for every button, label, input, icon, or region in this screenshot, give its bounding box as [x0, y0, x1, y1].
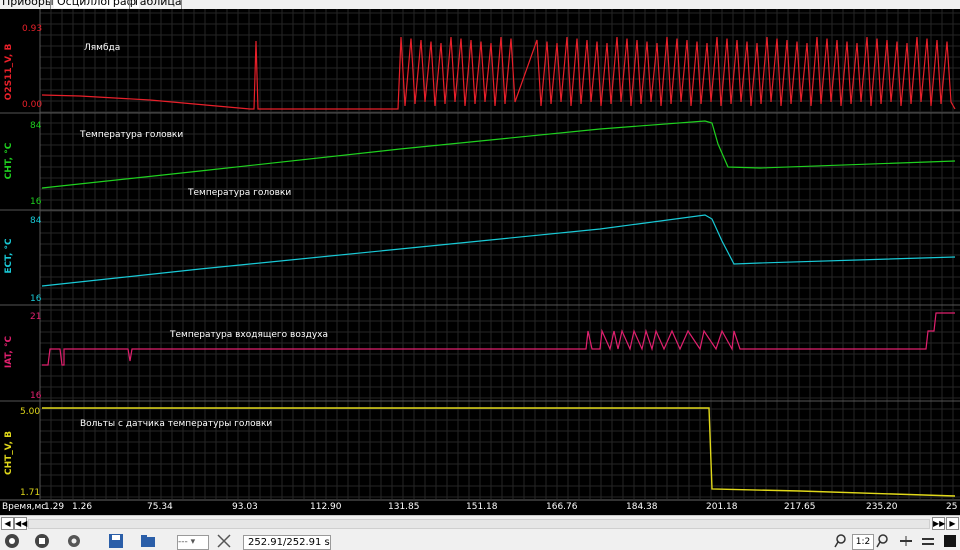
- scroll-right-button[interactable]: ▶▶: [932, 517, 945, 530]
- x-tick-label: 25: [946, 502, 957, 512]
- open-folder-icon[interactable]: [140, 533, 156, 549]
- x-tick-label: 112.90: [310, 502, 342, 512]
- x-tick-label: 1.29: [44, 502, 64, 512]
- channel-0-axis-label: O2S11_V, В: [4, 44, 14, 101]
- channel-4-label: Вольты с датчика температуры головки: [80, 419, 272, 429]
- zoom-out-icon[interactable]: [876, 533, 892, 549]
- channel-3-axis-label: IAT, °C: [4, 336, 14, 369]
- x-tick-label: 151.18: [466, 502, 498, 512]
- channel-0-min: 0.00: [22, 100, 42, 110]
- tab-table[interactable]: Таблица: [133, 0, 182, 8]
- x-tick-label: 201.18: [706, 502, 738, 512]
- channel-4-max: 5.00: [20, 407, 40, 417]
- channel-0-label: Лямбда: [84, 43, 120, 53]
- channel-combo[interactable]: --- ▾: [177, 535, 209, 550]
- tab-oscilloscope[interactable]: Осциллограф: [54, 0, 140, 8]
- channel-2-min: 16: [30, 294, 42, 304]
- scroll-start-button[interactable]: ◀: [1, 517, 14, 530]
- channel-combo-value: ---: [178, 537, 188, 547]
- channel-0-max: 0.93: [22, 24, 42, 34]
- x-tick-label: 184.38: [626, 502, 658, 512]
- zoom-level[interactable]: 1:2: [852, 534, 874, 550]
- tab-separator: [50, 0, 51, 9]
- tab-instruments[interactable]: Приборы: [2, 0, 54, 8]
- channel-1-max: 84: [30, 121, 42, 131]
- record-icon[interactable]: [4, 533, 20, 549]
- bottom-toolbar: --- ▾ 252.91/252.91 s 1:2: [0, 531, 960, 550]
- channel-1-min: 16: [30, 197, 42, 207]
- channel-1-axis-label: CHT, °C: [4, 142, 14, 179]
- save-icon[interactable]: [108, 533, 124, 549]
- fit-width-icon[interactable]: [898, 533, 914, 549]
- channel-4-min: 1.71: [20, 488, 40, 498]
- time-readout: 252.91/252.91 s: [243, 535, 331, 550]
- chevron-down-icon: ▾: [190, 537, 196, 547]
- x-tick-label: 166.76: [546, 502, 578, 512]
- channel-3-max: 21: [30, 312, 41, 322]
- scrollbar-track[interactable]: [28, 519, 930, 529]
- channel-2-max: 84: [30, 216, 42, 226]
- x-tick-label: 93.03: [232, 502, 258, 512]
- x-tick-label: 1.26: [72, 502, 92, 512]
- x-axis-label: Время,мс: [2, 502, 46, 512]
- stop-square-icon[interactable]: [942, 533, 958, 549]
- x-tick-label: 131.85: [388, 502, 420, 512]
- fit-height-icon[interactable]: [920, 533, 936, 549]
- horizontal-scrollbar[interactable]: ◀ ◀◀ ▶▶ ▶: [0, 515, 960, 531]
- scroll-left-button[interactable]: ◀◀: [14, 517, 27, 530]
- tab-bar: Приборы Осциллограф Таблица: [0, 0, 960, 9]
- channel-1-label: Температура головки: [79, 130, 183, 140]
- channel-2-label: Температура головки: [187, 188, 291, 198]
- x-tick-label: 75.34: [147, 502, 173, 512]
- tab-separator: [181, 0, 182, 9]
- channel-2-axis-label: ECT, °C: [4, 238, 14, 274]
- channel-4-axis-label: CHT_V, В: [4, 431, 14, 475]
- gear-icon[interactable]: [66, 533, 82, 549]
- x-tick-label: 235.20: [866, 502, 898, 512]
- tab-separator: [129, 0, 130, 9]
- channel-3-min: 16: [30, 391, 42, 401]
- scroll-end-button[interactable]: ▶: [946, 517, 959, 530]
- cursor-mode-icon[interactable]: [216, 533, 232, 549]
- stop-icon[interactable]: [34, 533, 50, 549]
- zoom-icon[interactable]: [834, 533, 850, 549]
- x-tick-label: 217.65: [784, 502, 816, 512]
- oscilloscope-plot[interactable]: O2S11_V, В CHT, °C ECT, °C IAT, °C CHT_V…: [0, 9, 960, 515]
- channel-3-label: Температура входящего воздуха: [169, 330, 328, 340]
